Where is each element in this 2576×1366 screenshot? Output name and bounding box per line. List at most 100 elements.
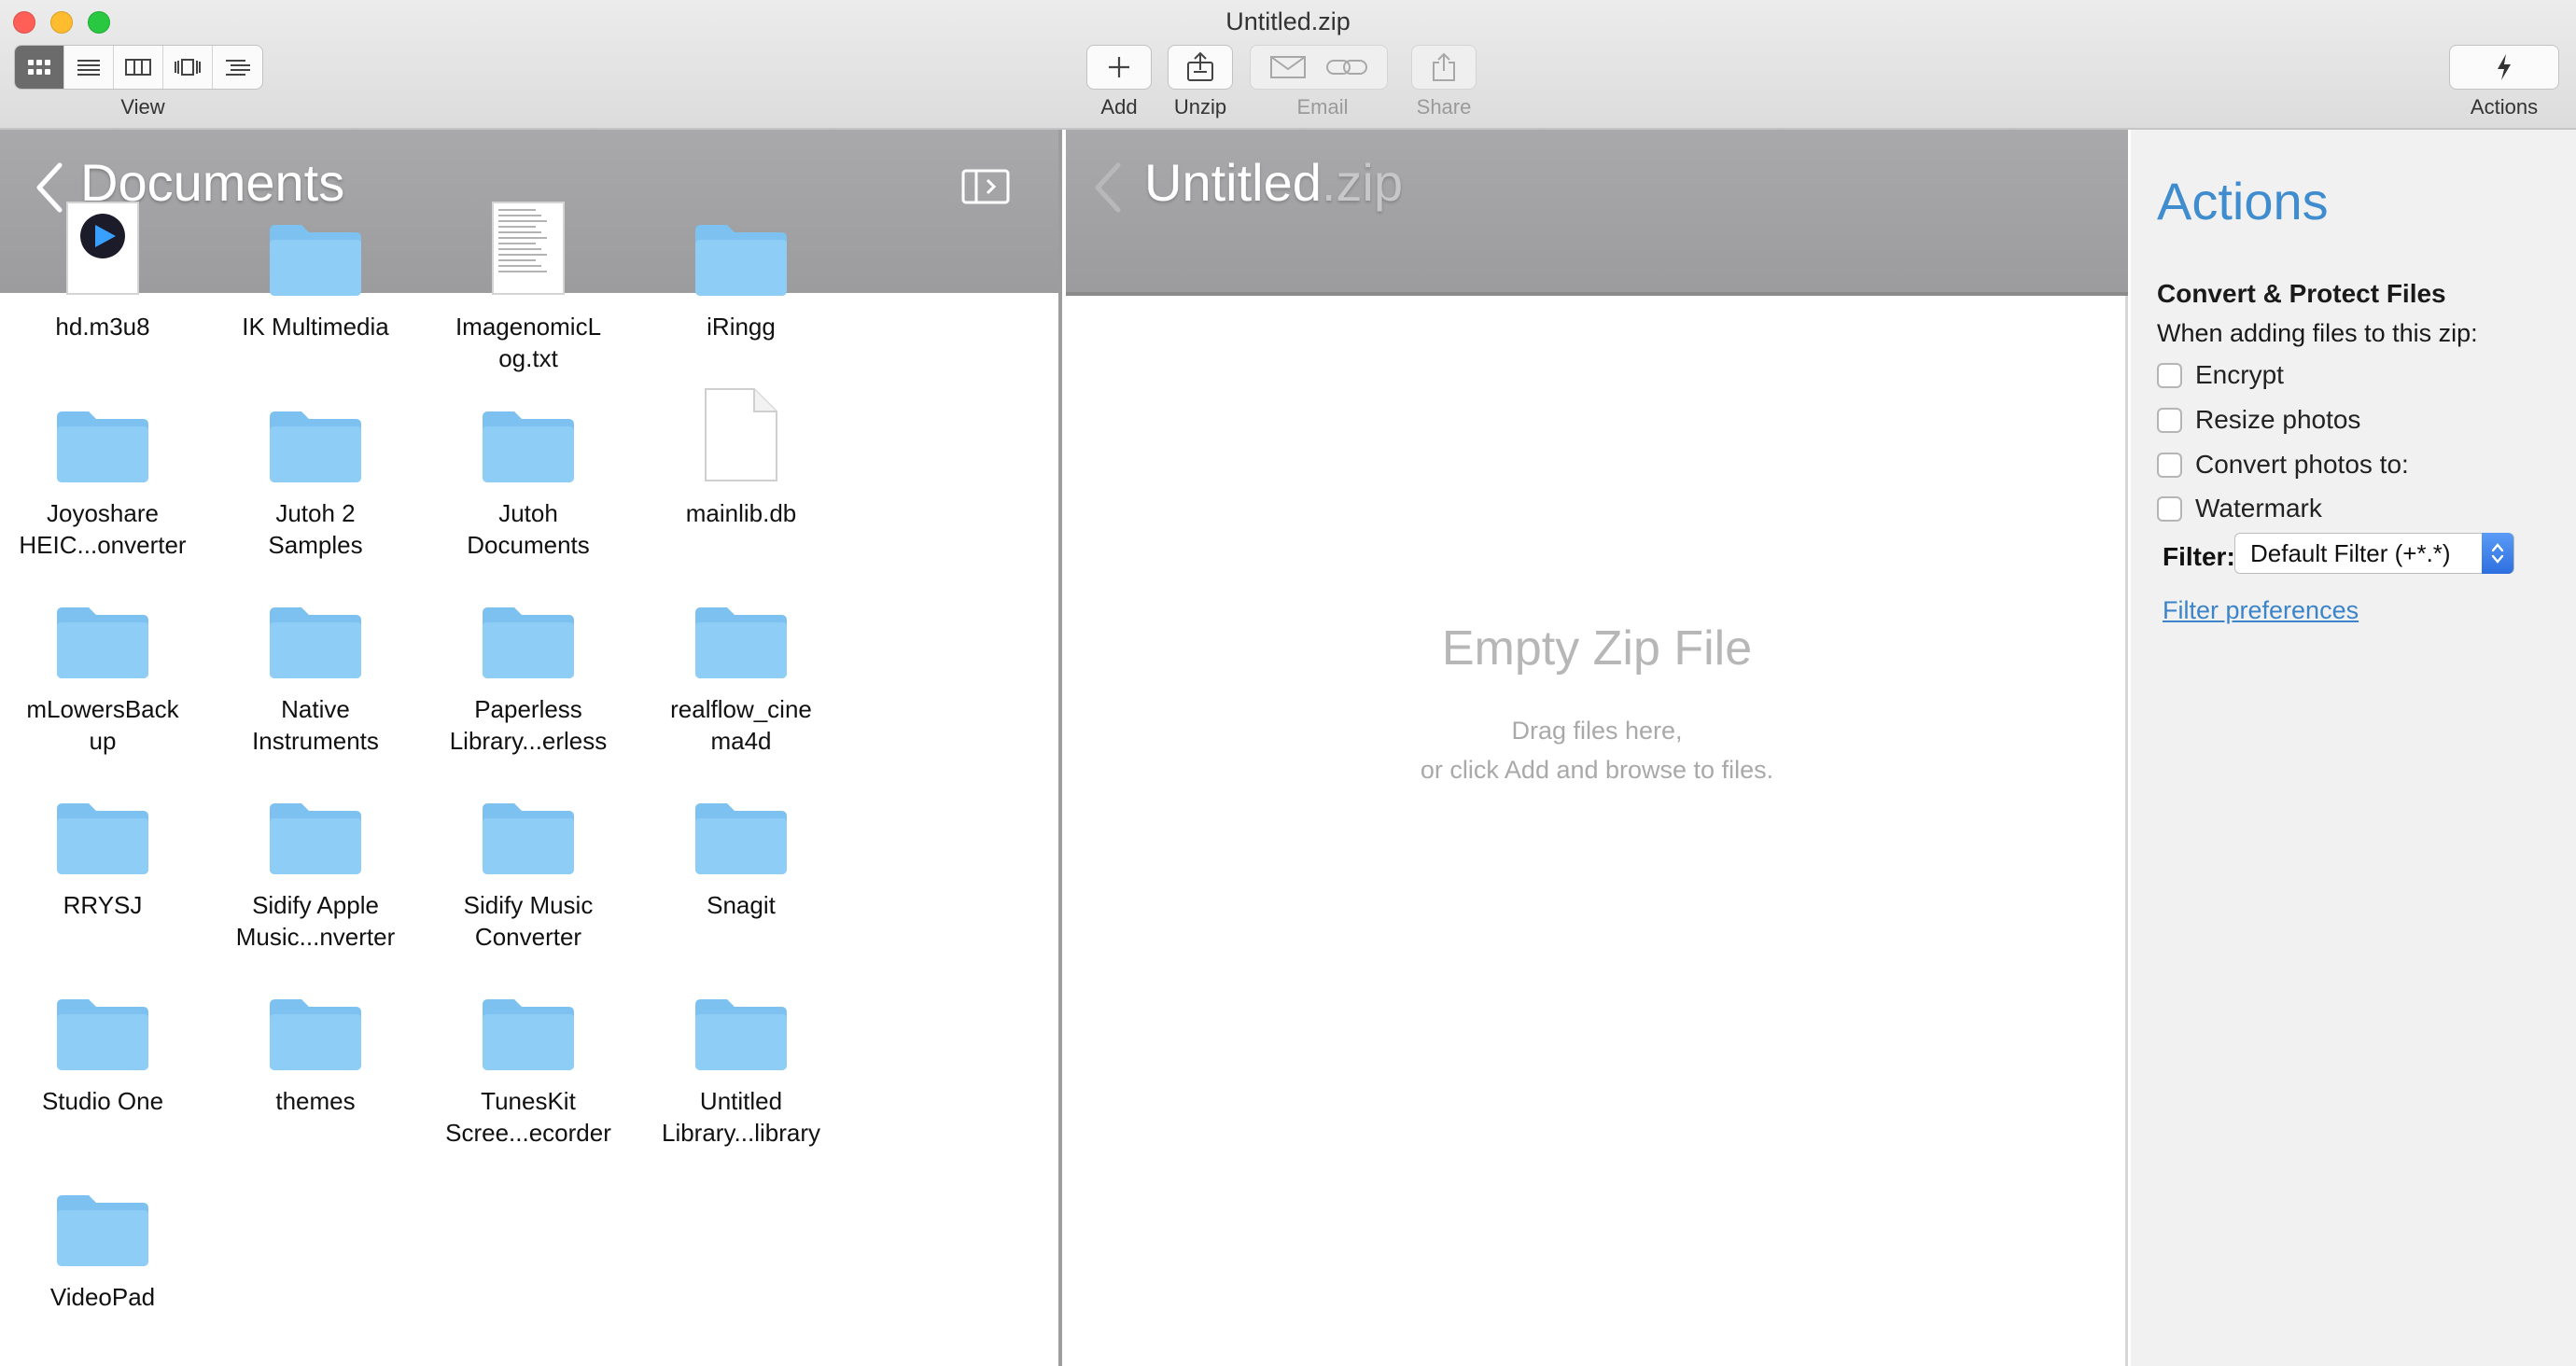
zip-title: Untitled.zip [1144, 152, 1403, 213]
folder-icon [266, 404, 365, 489]
file-name-label: RRYSJ [63, 891, 143, 919]
file-name-label: og.txt [498, 344, 558, 372]
view-mode-control [14, 45, 263, 90]
file-name-label: Scree...ecorder [445, 1119, 611, 1147]
zip-title-base: Untitled [1144, 153, 1322, 212]
coverflow-icon [175, 59, 201, 76]
folder-icon [53, 1188, 152, 1273]
lightning-icon [2498, 54, 2511, 80]
file-name-label: HEIC...onverter [19, 531, 187, 559]
watermark-checkbox[interactable] [2157, 495, 2182, 522]
file-name-label: Joyoshare [47, 499, 159, 527]
email-button[interactable] [1250, 45, 1388, 90]
folder-icon [692, 796, 791, 881]
share-button[interactable] [1411, 45, 1477, 90]
window-title: Untitled.zip [1225, 7, 1351, 35]
outline-icon [225, 60, 250, 76]
file-name-label: mainlib.db [685, 499, 797, 527]
folder-icon [479, 600, 578, 685]
actions-caption: Actions [2470, 95, 2539, 118]
folder-icon [53, 992, 152, 1077]
file-name-label: Jutoh 2 [275, 499, 356, 527]
view-outline-button[interactable] [213, 46, 262, 89]
plus-icon [1109, 57, 1129, 77]
toolbar: Untitled.zip View Add Unzip Email Share … [0, 0, 2576, 130]
file-name-label: Sidify Music [463, 891, 594, 919]
unzip-button[interactable] [1168, 45, 1233, 90]
chevron-updown-icon [2482, 533, 2513, 574]
view-list-button[interactable] [64, 46, 114, 89]
view-icons-button[interactable] [15, 46, 64, 89]
chevron-left-icon[interactable] [34, 161, 65, 214]
folder-icon [692, 992, 791, 1077]
folder-icon [266, 796, 365, 881]
file-name-label: Jutoh [498, 499, 558, 527]
file-name-label: VideoPad [49, 1283, 156, 1311]
folder-icon [479, 796, 578, 881]
file-name-label: IK Multimedia [242, 313, 389, 341]
file-name-label: realflow_cine [670, 695, 812, 723]
convert-protect-subtitle: When adding files to this zip: [2157, 319, 2478, 347]
file-name-label: Samples [268, 531, 363, 559]
filter-select-value: Default Filter (+*.*) [2250, 538, 2451, 567]
columns-icon [125, 59, 151, 76]
view-columns-button[interactable] [114, 46, 163, 89]
file-name-label: mLowersBack [26, 695, 179, 723]
convert-photos-label: Convert photos to: [2195, 450, 2409, 479]
convert-protect-heading: Convert & Protect Files [2157, 279, 2446, 308]
zip-header: Untitled.zip [1066, 130, 2128, 296]
email-caption: Email [1296, 95, 1349, 118]
encrypt-option[interactable]: Encrypt [2157, 360, 2284, 390]
folder-icon [479, 992, 578, 1077]
file-name-label: ma4d [710, 727, 772, 755]
folder-icon [266, 992, 365, 1077]
folder-icon [479, 404, 578, 489]
mail-icon [1270, 56, 1306, 78]
folder-icon [53, 600, 152, 685]
file-browser-pane: Documents hd.m3u8 IK Multimedia Imagenomic… [0, 130, 1062, 1366]
encrypt-checkbox[interactable] [2157, 362, 2182, 388]
add-button[interactable] [1086, 45, 1152, 90]
text-file-icon [489, 199, 567, 302]
resize-photos-label: Resize photos [2195, 405, 2361, 434]
convert-photos-checkbox[interactable] [2157, 452, 2182, 478]
file-name-label: ImagenomicL [455, 313, 602, 341]
folder-icon [53, 796, 152, 881]
media-file-icon [63, 199, 142, 302]
unzip-caption: Unzip [1173, 95, 1227, 118]
watermark-label: Watermark [2195, 494, 2322, 523]
actions-title: Actions [2157, 172, 2329, 230]
actions-toggle-button[interactable] [2449, 45, 2559, 90]
file-name-label: iRingg [707, 313, 776, 341]
file-name-label: Documents [467, 531, 590, 559]
actions-pane: Actions Convert & Protect Files When add… [2131, 130, 2576, 1366]
file-name-label: Library...erless [449, 727, 608, 755]
share-icon [1433, 52, 1455, 81]
file-name-label: hd.m3u8 [55, 313, 150, 341]
encrypt-label: Encrypt [2195, 360, 2284, 389]
file-name-label: Instruments [252, 727, 379, 755]
zip-title-ext: .zip [1321, 153, 1404, 212]
filter-preferences-link[interactable]: Filter preferences [2163, 596, 2359, 625]
empty-zip-hint-line2: or click Add and browse to files. [1420, 756, 1774, 784]
chevron-left-icon [1095, 162, 1121, 213]
folder-icon [53, 404, 152, 489]
file-name-label: Music...nverter [235, 923, 396, 951]
filter-select[interactable]: Default Filter (+*.*) [2234, 533, 2514, 574]
add-caption: Add [1100, 95, 1138, 118]
resize-photos-option[interactable]: Resize photos [2157, 405, 2360, 435]
convert-photos-option[interactable]: Convert photos to: [2157, 450, 2409, 480]
resize-photos-checkbox[interactable] [2157, 407, 2182, 433]
file-name-label: TunesKit [481, 1087, 576, 1115]
file-name-label: Converter [474, 923, 582, 951]
file-name-label: Untitled [699, 1087, 783, 1115]
unzip-icon [1187, 51, 1213, 81]
file-name-label: Studio One [41, 1087, 164, 1115]
view-coverflow-button[interactable] [163, 46, 213, 89]
sidebar-toggle-icon[interactable] [961, 169, 1010, 204]
folder-icon [692, 600, 791, 685]
folder-icon [692, 217, 791, 302]
watermark-option[interactable]: Watermark [2157, 494, 2322, 523]
file-name-label: Sidify Apple [252, 891, 379, 919]
folder-icon [266, 600, 365, 685]
